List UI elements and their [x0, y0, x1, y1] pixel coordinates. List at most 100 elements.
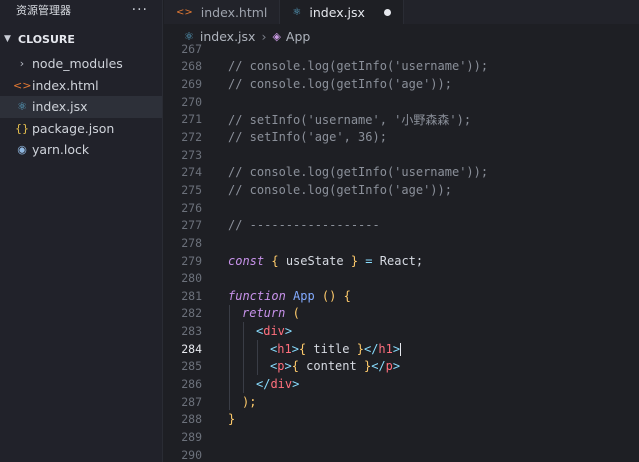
code-line: 270 — [164, 93, 639, 111]
indent-guide — [243, 339, 244, 358]
code-text: // ------------------ — [228, 218, 380, 233]
line-number: 279 — [181, 253, 202, 268]
tree-item-package-json[interactable]: {} package.json — [0, 118, 162, 140]
code-text: <p>{ content }</p> — [270, 359, 401, 374]
code-line: 282 return ( — [164, 304, 639, 323]
line-number: 277 — [181, 218, 202, 233]
code-line: 288 } — [164, 410, 639, 428]
code-line: 277 // ------------------ — [164, 216, 639, 234]
html-icon: <> — [13, 78, 32, 92]
line-number: 267 — [181, 41, 202, 56]
tab-index-html[interactable]: <> index.html — [164, 0, 281, 24]
tree-item-node-modules[interactable]: › node_modules — [0, 53, 162, 75]
code-line: 273 — [164, 146, 639, 164]
react-icon: ⚛ — [17, 100, 27, 114]
tab-bar: <> index.html ⚛ index.jsx — [164, 0, 639, 24]
code-line: 289 — [164, 428, 639, 446]
line-number: 286 — [181, 376, 202, 391]
code-line: 284 <h1>{ title }</h1> — [164, 339, 639, 358]
line-number: 288 — [181, 412, 202, 427]
tree-item-label: index.jsx — [32, 99, 88, 115]
indent-guide — [229, 375, 230, 393]
line-number: 285 — [181, 359, 202, 374]
line-number: 281 — [181, 288, 202, 303]
code-line: 267 — [164, 40, 639, 58]
indent-guide — [257, 357, 258, 376]
code-line: 280 — [164, 269, 639, 287]
tree-item-index-html[interactable]: <> index.html — [0, 75, 162, 97]
code-line: 275 // console.log(getInfo('age')); — [164, 181, 639, 199]
code-text: return ( — [242, 306, 300, 321]
code-text: const { useState } = React; — [228, 253, 424, 268]
folder-section-closure[interactable]: ▼ CLOSURE — [0, 25, 162, 53]
explorer-sidebar: 资源管理器 ··· ▼ CLOSURE › node_modules <> in… — [0, 0, 163, 462]
code-text: ); — [242, 394, 257, 409]
line-number: 287 — [181, 394, 202, 409]
tree-item-label: index.html — [32, 77, 99, 93]
react-icon: ⚛ — [292, 6, 302, 18]
line-number: 268 — [181, 59, 202, 74]
line-number: 275 — [181, 182, 202, 197]
line-number: 278 — [181, 235, 202, 250]
explorer-header: 资源管理器 ··· — [0, 0, 162, 20]
line-number: 274 — [181, 165, 202, 180]
indent-guide — [229, 392, 230, 411]
indent-guide — [243, 375, 244, 393]
line-number: 290 — [181, 447, 202, 462]
tree-item-yarn-lock[interactable]: ◉ yarn.lock — [0, 139, 162, 161]
json-icon: {} — [15, 121, 29, 135]
unsaved-dot-icon[interactable] — [384, 8, 392, 16]
chevron-right-icon: › — [19, 57, 25, 71]
code-text: function App () { — [228, 288, 351, 303]
code-text: // setInfo('username', '小野森森'); — [228, 112, 472, 127]
tree-item-index-jsx[interactable]: ⚛ index.jsx — [0, 96, 162, 118]
code-text: // console.log(getInfo('age')); — [228, 77, 452, 92]
more-actions-icon[interactable]: ··· — [132, 2, 148, 18]
code-line: 269 // console.log(getInfo('age')); — [164, 75, 639, 93]
code-text: // console.log(getInfo('username')); — [228, 59, 489, 74]
indent-guide — [243, 357, 244, 376]
code-line: 283 <div> — [164, 322, 639, 340]
tree-item-label: yarn.lock — [32, 142, 90, 158]
tab-index-jsx[interactable]: ⚛ index.jsx — [280, 0, 405, 24]
code-line: 274 // console.log(getInfo('username')); — [164, 163, 639, 181]
code-line: 278 — [164, 234, 639, 252]
code-text: } — [228, 412, 236, 427]
code-text: // console.log(getInfo('age')); — [228, 182, 452, 197]
indent-guide — [243, 322, 244, 340]
tab-label: index.html — [200, 4, 268, 20]
code-line: 287 ); — [164, 392, 639, 411]
code-line: 281 function App () { — [164, 287, 639, 305]
line-number: 271 — [181, 112, 202, 127]
code-line: 286 </div> — [164, 375, 639, 393]
code-text: // setInfo('age', 36); — [228, 130, 387, 145]
code-line: 271 // setInfo('username', '小野森森'); — [164, 111, 639, 129]
code-text: // console.log(getInfo('username')); — [228, 165, 489, 180]
editor-pane: <> index.html ⚛ index.jsx ⚛ index.jsx › … — [164, 0, 639, 462]
text-cursor — [400, 342, 402, 356]
line-number: 282 — [181, 306, 202, 321]
indent-guide — [257, 339, 258, 358]
folder-name: CLOSURE — [18, 32, 75, 46]
tree-item-label: node_modules — [32, 56, 123, 72]
line-number-current: 284 — [181, 341, 202, 356]
code-line: 268 // console.log(getInfo('username')); — [164, 58, 639, 76]
line-number: 269 — [181, 77, 202, 92]
code-text: </div> — [256, 376, 300, 391]
tree-item-label: package.json — [32, 120, 115, 136]
indent-guide — [229, 304, 230, 323]
code-line: 272 // setInfo('age', 36); — [164, 128, 639, 146]
explorer-title: 资源管理器 — [16, 4, 71, 17]
code-line: 285 <p>{ content }</p> — [164, 357, 639, 376]
html-icon: <> — [176, 6, 193, 18]
code-editor[interactable]: 267 268 // console.log(getInfo('username'… — [164, 40, 639, 462]
line-number: 289 — [181, 429, 202, 444]
line-number: 276 — [181, 200, 202, 215]
code-line: 276 — [164, 199, 639, 217]
line-number: 272 — [181, 130, 202, 145]
indent-guide — [229, 357, 230, 376]
line-number: 283 — [181, 324, 202, 339]
line-number: 273 — [181, 147, 202, 162]
line-number: 270 — [181, 94, 202, 109]
code-text: <div> — [256, 324, 293, 339]
